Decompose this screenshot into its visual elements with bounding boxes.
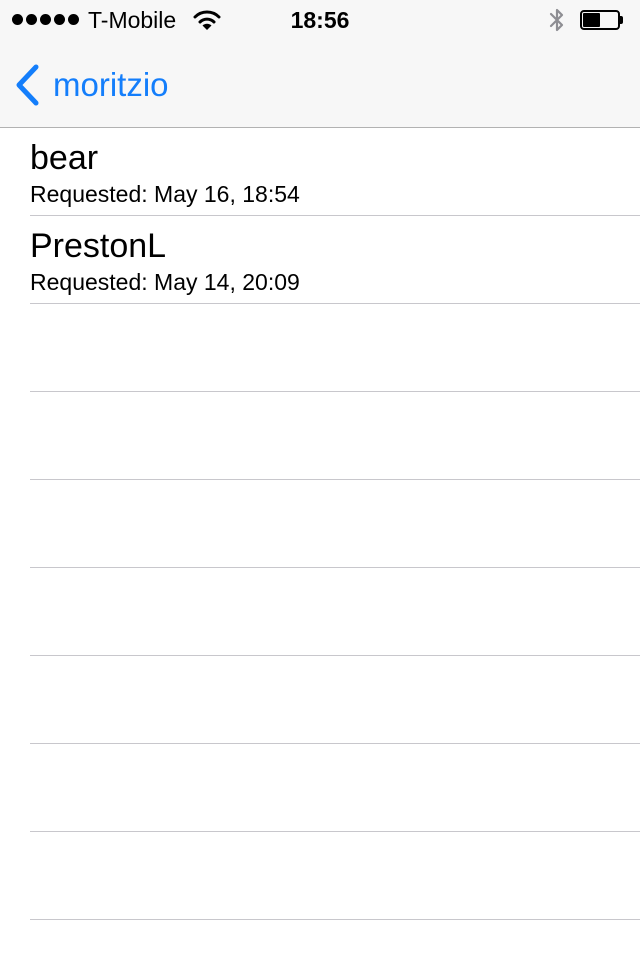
empty-row [0, 304, 640, 392]
empty-row [0, 744, 640, 832]
request-name: PrestonL [30, 227, 167, 265]
navigation-bar: moritzio [0, 40, 640, 128]
request-time: Requested: May 14, 20:09 [30, 269, 300, 295]
list-item[interactable]: PrestonL Requested: May 14, 20:09 [0, 216, 640, 304]
back-button[interactable]: moritzio [14, 64, 169, 106]
list-item[interactable]: bear Requested: May 16, 18:54 [0, 128, 640, 216]
empty-row [0, 656, 640, 744]
back-button-label: moritzio [53, 66, 169, 103]
empty-row [0, 392, 640, 480]
chevron-left-icon [16, 64, 39, 106]
request-time: Requested: May 16, 18:54 [30, 181, 300, 207]
status-bar: T-Mobile 18:56 [0, 0, 640, 40]
request-list: bear Requested: May 16, 18:54 PrestonL R… [0, 128, 640, 920]
battery-icon [580, 10, 624, 30]
empty-row [0, 480, 640, 568]
bluetooth-icon [548, 7, 566, 38]
request-name: bear [30, 139, 99, 177]
empty-row [0, 832, 640, 920]
status-time: 18:56 [290, 7, 350, 33]
top-bar: T-Mobile 18:56 moritzio [0, 0, 640, 128]
battery-level-fill [583, 13, 600, 27]
empty-row [0, 568, 640, 656]
